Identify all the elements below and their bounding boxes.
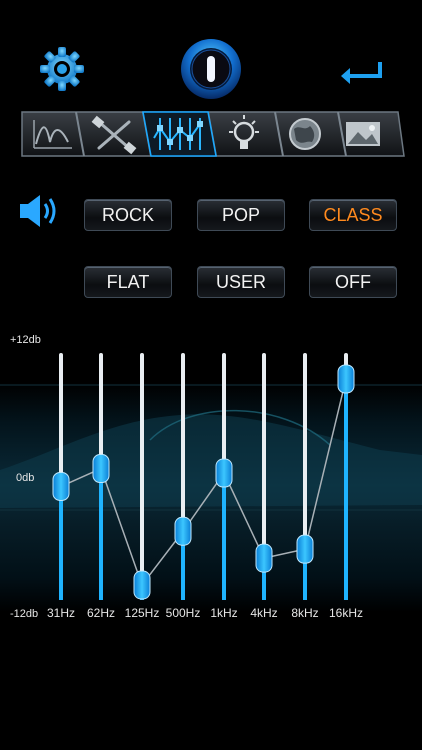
preset-class-button[interactable]: CLASS — [309, 199, 397, 231]
power-icon — [207, 56, 215, 82]
preset-rock-button[interactable]: ROCK — [84, 199, 172, 231]
eq-slider-knob-62Hz[interactable] — [92, 454, 110, 484]
globe-tab-icon[interactable] — [278, 112, 333, 156]
eq-slider-knob-31Hz[interactable] — [52, 471, 70, 501]
eq-track-level — [99, 468, 103, 600]
back-arrow-icon[interactable] — [338, 58, 384, 86]
light-tab-icon[interactable] — [215, 112, 273, 156]
equalizer-tab-icon[interactable] — [150, 112, 208, 156]
preset-off-button[interactable]: OFF — [309, 266, 397, 298]
eq-track-level — [59, 486, 63, 600]
eq-track-upper — [303, 353, 307, 550]
crossover-tab-icon[interactable] — [85, 112, 143, 156]
speaker-icon[interactable] — [18, 192, 60, 230]
db-label-top: +12db — [10, 334, 41, 346]
eq-slider-knob-16kHz[interactable] — [337, 364, 355, 394]
eq-slider-knob-4kHz[interactable] — [255, 543, 273, 573]
image-tab-icon[interactable] — [340, 112, 388, 156]
eq-track-level — [222, 473, 226, 600]
equalizer-graph — [0, 353, 422, 612]
settings-gear-icon[interactable] — [38, 45, 86, 93]
eq-slider-knob-500Hz[interactable] — [174, 516, 192, 546]
eq-track-upper — [181, 353, 185, 532]
eq-slider-knob-125Hz[interactable] — [133, 570, 151, 600]
eq-track-upper — [222, 353, 226, 474]
eq-track-upper — [262, 353, 266, 559]
db-label-mid: 0db — [16, 472, 35, 484]
eq-slider-knob-1kHz[interactable] — [215, 458, 233, 488]
preset-user-button[interactable]: USER — [197, 266, 285, 298]
eq-track-upper — [59, 353, 63, 487]
eq-track-upper — [99, 353, 103, 469]
power-button[interactable] — [180, 38, 242, 100]
preset-flat-button[interactable]: FLAT — [84, 266, 172, 298]
db-label-bottom: -12db — [10, 608, 39, 620]
eq-slider-knob-8kHz[interactable] — [296, 534, 314, 564]
eq-frequency-label: 16kHz — [328, 606, 363, 620]
spectrum-tab-icon[interactable] — [28, 112, 80, 156]
preset-pop-button[interactable]: POP — [197, 199, 285, 231]
equalizer-panel: +12db 0db -12db 31Hz 62Hz 125Hz 500Hz 1kHz 4k… — [0, 330, 422, 630]
eq-track-upper — [140, 353, 144, 585]
eq-track-level — [344, 378, 348, 600]
